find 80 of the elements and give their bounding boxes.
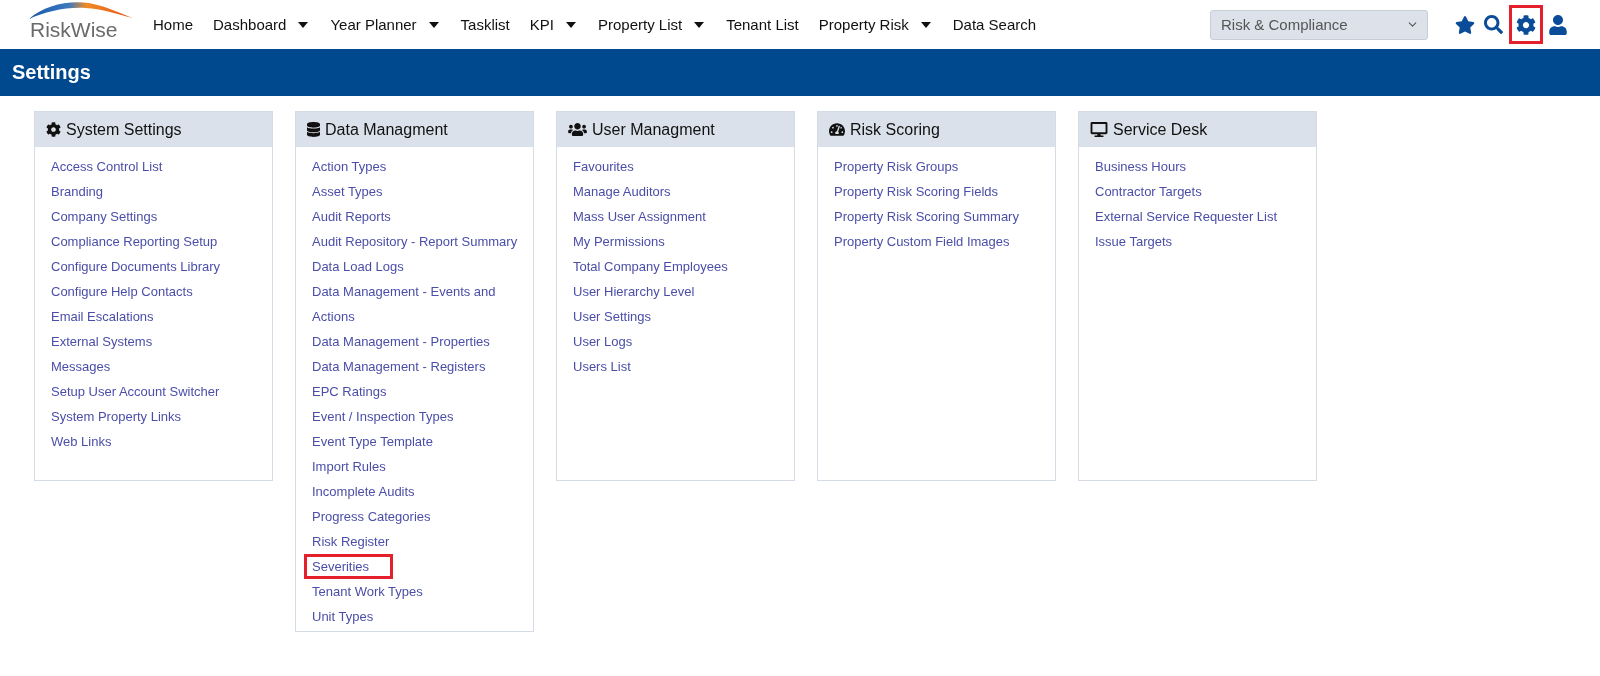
nav-menu-item[interactable]: Year Planner: [330, 16, 441, 33]
nav-menu-item[interactable]: Dashboard: [213, 16, 311, 33]
caret-down-icon: [565, 21, 576, 28]
panel-title: Service Desk: [1113, 120, 1208, 139]
settings-link[interactable]: Access Control List: [51, 154, 163, 179]
settings-link[interactable]: Progress Categories: [312, 504, 431, 529]
settings-link[interactable]: Property Risk Groups: [834, 154, 959, 179]
settings-link[interactable]: Mass User Assignment: [573, 204, 706, 229]
search-icon: [1484, 15, 1503, 34]
logo-text: RiskWise: [30, 19, 118, 41]
settings-link[interactable]: System Property Links: [51, 404, 182, 429]
settings-link[interactable]: Property Risk Scoring Fields: [834, 179, 998, 204]
settings-link[interactable]: User Settings: [573, 304, 652, 329]
nav-menu-item[interactable]: Tenant List: [726, 16, 799, 33]
panel-title: Data Managment: [325, 120, 448, 139]
panel-title: System Settings: [66, 120, 182, 139]
settings-link[interactable]: Action Types: [312, 154, 387, 179]
gear-icon: [46, 122, 61, 137]
nav-menu-item[interactable]: Property List: [597, 16, 707, 33]
settings-link[interactable]: Event Type Template: [312, 429, 433, 454]
settings-link[interactable]: Web Links: [51, 429, 112, 454]
settings-link[interactable]: Issue Targets: [1095, 229, 1173, 254]
nav-menu-item[interactable]: Tasklist: [460, 16, 510, 33]
settings-link[interactable]: Audit Reports: [312, 204, 391, 229]
swoosh-icon: [29, 1, 133, 19]
settings-link[interactable]: Audit Repository - Report Summary: [312, 229, 518, 254]
settings-link[interactable]: My Permissions: [573, 229, 665, 254]
settings-link[interactable]: Total Company Employees: [573, 254, 728, 279]
settings-link[interactable]: Contractor Targets: [1095, 179, 1202, 204]
settings-link[interactable]: User Hierarchy Level: [573, 279, 695, 304]
settings-link[interactable]: Favourites: [573, 154, 634, 179]
settings-link[interactable]: Branding: [51, 179, 104, 204]
settings-link[interactable]: Data Load Logs: [312, 254, 404, 279]
settings-link[interactable]: Property Risk Scoring Summary: [834, 204, 1019, 229]
caret-down-icon: [298, 21, 309, 28]
user-icon: [1549, 14, 1567, 35]
nav-menu-item[interactable]: KPI: [529, 16, 578, 33]
settings-link[interactable]: Setup User Account Switcher: [51, 379, 220, 404]
settings-link[interactable]: Users List: [573, 354, 631, 379]
panel-title: User Managment: [592, 120, 715, 139]
module-select[interactable]: Risk & Compliance: [1210, 9, 1428, 40]
star-icon: [1455, 15, 1475, 34]
settings-link[interactable]: Configure Documents Library: [51, 254, 221, 279]
settings-link[interactable]: Messages: [51, 354, 111, 379]
settings-link[interactable]: Manage Auditors: [573, 179, 671, 204]
settings-link[interactable]: Data Management - Properties: [312, 329, 490, 354]
caret-down-icon: [694, 21, 705, 28]
caret-down-icon: [920, 21, 931, 28]
settings-link[interactable]: Data Management - Events and Actions: [312, 279, 525, 329]
page-title: Settings: [12, 61, 91, 84]
settings-link[interactable]: Tenant Work Types: [312, 579, 423, 604]
settings-link[interactable]: Asset Types: [312, 179, 383, 204]
settings-button[interactable]: [1509, 5, 1543, 44]
settings-link[interactable]: User Logs: [573, 329, 633, 354]
settings-link[interactable]: Property Custom Field Images: [834, 229, 1010, 254]
settings-link[interactable]: EPC Ratings: [312, 379, 387, 404]
panel-title: Risk Scoring: [850, 120, 940, 139]
users-icon: [568, 122, 587, 137]
settings-icon: [1516, 14, 1536, 35]
settings-link[interactable]: External Service Requester List: [1095, 204, 1278, 229]
settings-link[interactable]: Risk Register: [312, 529, 390, 554]
settings-link[interactable]: Company Settings: [51, 204, 158, 229]
caret-down-icon: [428, 21, 439, 28]
settings-link[interactable]: Incomplete Audits: [312, 479, 415, 504]
settings-link[interactable]: Unit Types: [312, 604, 374, 629]
settings-link[interactable]: Compliance Reporting Setup: [51, 229, 218, 254]
nav-menu-item[interactable]: Property Risk: [818, 16, 933, 33]
settings-link[interactable]: Data Management - Registers: [312, 354, 486, 379]
settings-link[interactable]: Business Hours: [1095, 154, 1187, 179]
settings-link[interactable]: Email Escalations: [51, 304, 154, 329]
settings-link[interactable]: Configure Help Contacts: [51, 279, 193, 304]
nav-menu-item[interactable]: Home: [153, 16, 193, 33]
gauge-icon: [829, 122, 845, 137]
settings-link[interactable]: External Systems: [51, 329, 153, 354]
nav-menu-item[interactable]: Data Search: [952, 16, 1037, 33]
settings-link[interactable]: Event / Inspection Types: [312, 404, 454, 429]
settings-link[interactable]: Severities: [304, 554, 394, 579]
database-icon: [307, 122, 320, 137]
settings-link[interactable]: Import Rules: [312, 454, 386, 479]
monitor-icon: [1090, 122, 1108, 137]
